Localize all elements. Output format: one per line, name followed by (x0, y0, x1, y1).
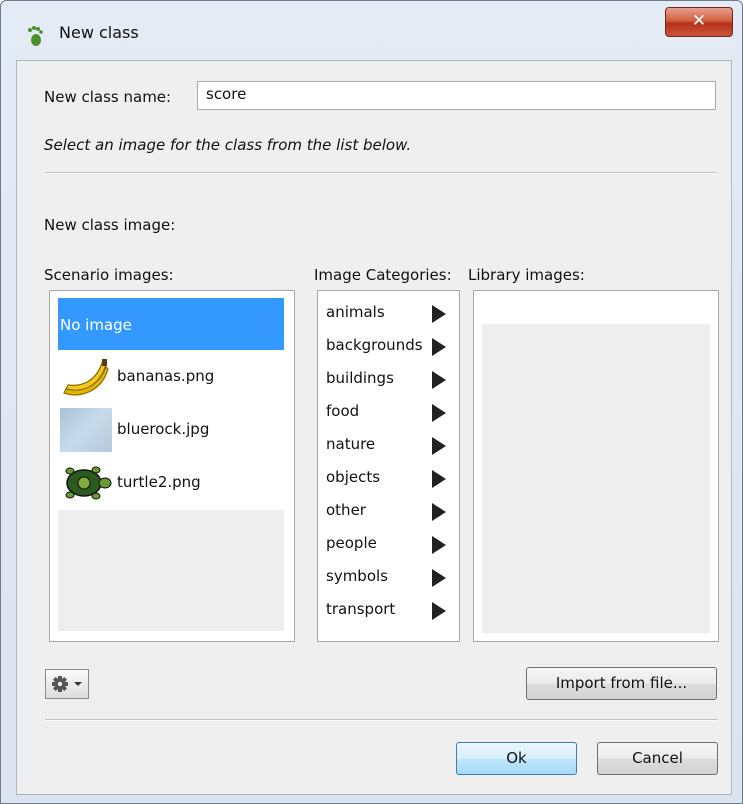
instruction-text: Select an image for the class from the l… (44, 136, 412, 154)
gear-menu-button[interactable] (45, 669, 89, 699)
category-buildings[interactable]: buildings (326, 365, 456, 397)
arrow-right-icon (432, 305, 446, 323)
ok-button[interactable]: Ok (456, 742, 577, 775)
category-objects[interactable]: objects (326, 464, 456, 496)
arrow-right-icon (432, 602, 446, 620)
cancel-button[interactable]: Cancel (597, 742, 718, 775)
category-backgrounds[interactable]: backgrounds (326, 332, 456, 364)
close-button[interactable]: ✕ (665, 7, 733, 37)
library-images-label: Library images: (468, 266, 585, 284)
arrow-right-icon (432, 404, 446, 422)
dialog-content: New class name: score Select an image fo… (16, 60, 732, 795)
library-images-list[interactable] (473, 290, 719, 642)
category-nature[interactable]: nature (326, 431, 456, 463)
list-item-turtle2[interactable]: turtle2.png (58, 457, 284, 509)
import-from-file-button[interactable]: Import from file... (526, 667, 717, 700)
arrow-right-icon (432, 536, 446, 554)
arrow-right-icon (432, 371, 446, 389)
arrow-right-icon (432, 503, 446, 521)
arrow-right-icon (432, 569, 446, 587)
scenario-images-label: Scenario images: (44, 266, 174, 284)
category-people[interactable]: people (326, 530, 456, 562)
list-item-bluerock[interactable]: bluerock.jpg (58, 404, 284, 456)
separator (45, 719, 717, 721)
list-empty-area (58, 510, 284, 631)
gear-icon (52, 676, 82, 692)
banana-icon (63, 359, 109, 396)
category-food[interactable]: food (326, 398, 456, 430)
window-title: New class (59, 23, 139, 42)
class-image-label: New class image: (44, 216, 176, 234)
greenfoot-footprint-icon (28, 26, 43, 46)
category-animals[interactable]: animals (326, 299, 456, 331)
close-icon: ✕ (691, 11, 707, 31)
category-symbols[interactable]: symbols (326, 563, 456, 595)
image-categories-list[interactable]: animals backgrounds buildings food natur… (317, 290, 460, 642)
list-item-no-image[interactable]: No image (58, 298, 284, 350)
library-empty-area (482, 324, 710, 633)
bluerock-thumbnail (60, 408, 112, 452)
list-item-bananas[interactable]: bananas.png (58, 351, 284, 403)
scenario-images-list[interactable]: No image bananas.png bluerock.jpg turtle… (49, 290, 295, 642)
image-categories-label: Image Categories: (314, 266, 452, 284)
separator (45, 172, 717, 174)
turtle-icon (65, 466, 112, 500)
category-other[interactable]: other (326, 497, 456, 529)
category-transport[interactable]: transport (326, 596, 456, 628)
arrow-right-icon (432, 437, 446, 455)
arrow-right-icon (432, 470, 446, 488)
arrow-right-icon (432, 338, 446, 356)
title-bar[interactable]: New class ✕ (1, 1, 742, 59)
class-name-label: New class name: (44, 88, 172, 106)
class-name-input[interactable]: score (197, 81, 716, 110)
dialog-window: New class ✕ New class name: score Select… (0, 0, 743, 804)
